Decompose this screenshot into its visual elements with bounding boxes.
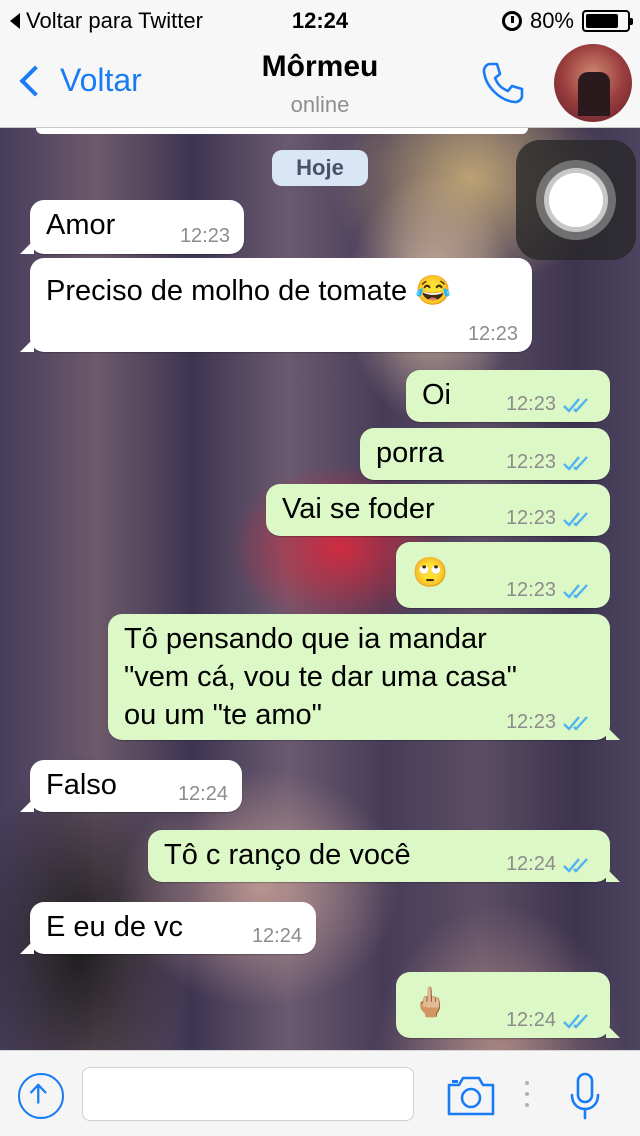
message-text: porra xyxy=(376,437,444,469)
message-bubble-outgoing[interactable]: porra 12:23 xyxy=(360,428,610,480)
read-receipt-icon xyxy=(563,511,588,527)
previous-message-edge xyxy=(36,128,528,134)
message-bubble-incoming[interactable]: E eu de vc 12:24 xyxy=(20,902,316,954)
status-bar: Voltar para Twitter 12:24 80% xyxy=(0,0,640,40)
message-text: Oi xyxy=(422,379,451,411)
presence-status: online xyxy=(290,92,350,117)
message-time: 12:24 xyxy=(177,783,228,805)
message-input[interactable] xyxy=(82,1067,414,1121)
message-time: 12:24 xyxy=(505,1009,556,1031)
message-bubble-incoming[interactable]: Amor 12:23 xyxy=(20,200,244,254)
attach-button[interactable] xyxy=(18,1073,64,1119)
message-time: 12:23 xyxy=(505,507,556,529)
message-bubble-outgoing[interactable]: 🙄 12:23 xyxy=(396,542,610,608)
message-bubble-incoming[interactable]: Preciso de molho de tomate 😂 12:23 xyxy=(20,258,532,352)
chat-header: Voltar Môrmeu online xyxy=(0,40,640,128)
assistive-touch-button[interactable] xyxy=(516,140,636,260)
message-text: Tô pensando que ia mandar "vem cá, vou t… xyxy=(124,623,517,731)
message-text: E eu de vc xyxy=(46,911,184,943)
message-time: 12:23 xyxy=(505,711,556,733)
arrow-up-icon xyxy=(30,1083,47,1104)
message-text: Tô c ranço de você xyxy=(164,839,411,871)
read-receipt-icon xyxy=(563,857,588,873)
message-time: 12:23 xyxy=(505,451,556,473)
contact-name[interactable]: Môrmeu xyxy=(0,50,640,84)
message-time: 12:23 xyxy=(179,225,230,247)
message-time: 12:24 xyxy=(505,853,556,875)
message-bubble-outgoing[interactable]: Tô pensando que ia mandar "vem cá, vou t… xyxy=(108,614,620,740)
microphone-icon[interactable] xyxy=(568,1071,602,1121)
read-receipt-icon xyxy=(563,583,588,599)
read-receipt-icon xyxy=(563,397,588,413)
battery-icon xyxy=(582,10,633,32)
read-receipt-icon xyxy=(563,1013,588,1029)
message-time: 12:23 xyxy=(467,323,518,345)
phone-icon[interactable] xyxy=(478,58,528,108)
message-bubble-outgoing[interactable]: Vai se foder 12:23 xyxy=(266,484,610,536)
message-text: Amor xyxy=(46,209,116,241)
message-bubble-outgoing[interactable]: Oi 12:23 xyxy=(406,370,610,422)
avatar[interactable] xyxy=(554,44,632,122)
message-time: 12:23 xyxy=(505,579,556,601)
message-text: 🖕🏼 xyxy=(412,987,449,1019)
message-text: Vai se foder xyxy=(282,493,435,525)
battery-percent: 80% xyxy=(529,8,574,33)
alarm-icon xyxy=(501,11,522,31)
message-bubble-outgoing[interactable]: 🖕🏼 12:24 xyxy=(396,972,620,1038)
camera-icon[interactable] xyxy=(446,1073,496,1117)
message-composer xyxy=(0,1050,640,1136)
message-text: Falso xyxy=(46,769,117,801)
more-options-icon[interactable] xyxy=(524,1081,530,1111)
message-time: 12:24 xyxy=(251,925,302,947)
message-bubble-incoming[interactable]: Falso 12:24 xyxy=(20,760,242,812)
read-receipt-icon xyxy=(563,715,588,731)
chat-area[interactable]: Hoje Amor 12:23 Preciso de molho de toma… xyxy=(0,128,640,1050)
message-bubble-outgoing[interactable]: Tô c ranço de você 12:24 xyxy=(148,830,620,882)
message-text: Preciso de molho de tomate 😂 xyxy=(46,275,452,307)
message-time: 12:23 xyxy=(505,393,556,415)
battery-fill xyxy=(586,14,618,28)
message-text: 🙄 xyxy=(412,557,449,589)
read-receipt-icon xyxy=(563,455,588,471)
date-separator: Hoje xyxy=(272,150,368,186)
